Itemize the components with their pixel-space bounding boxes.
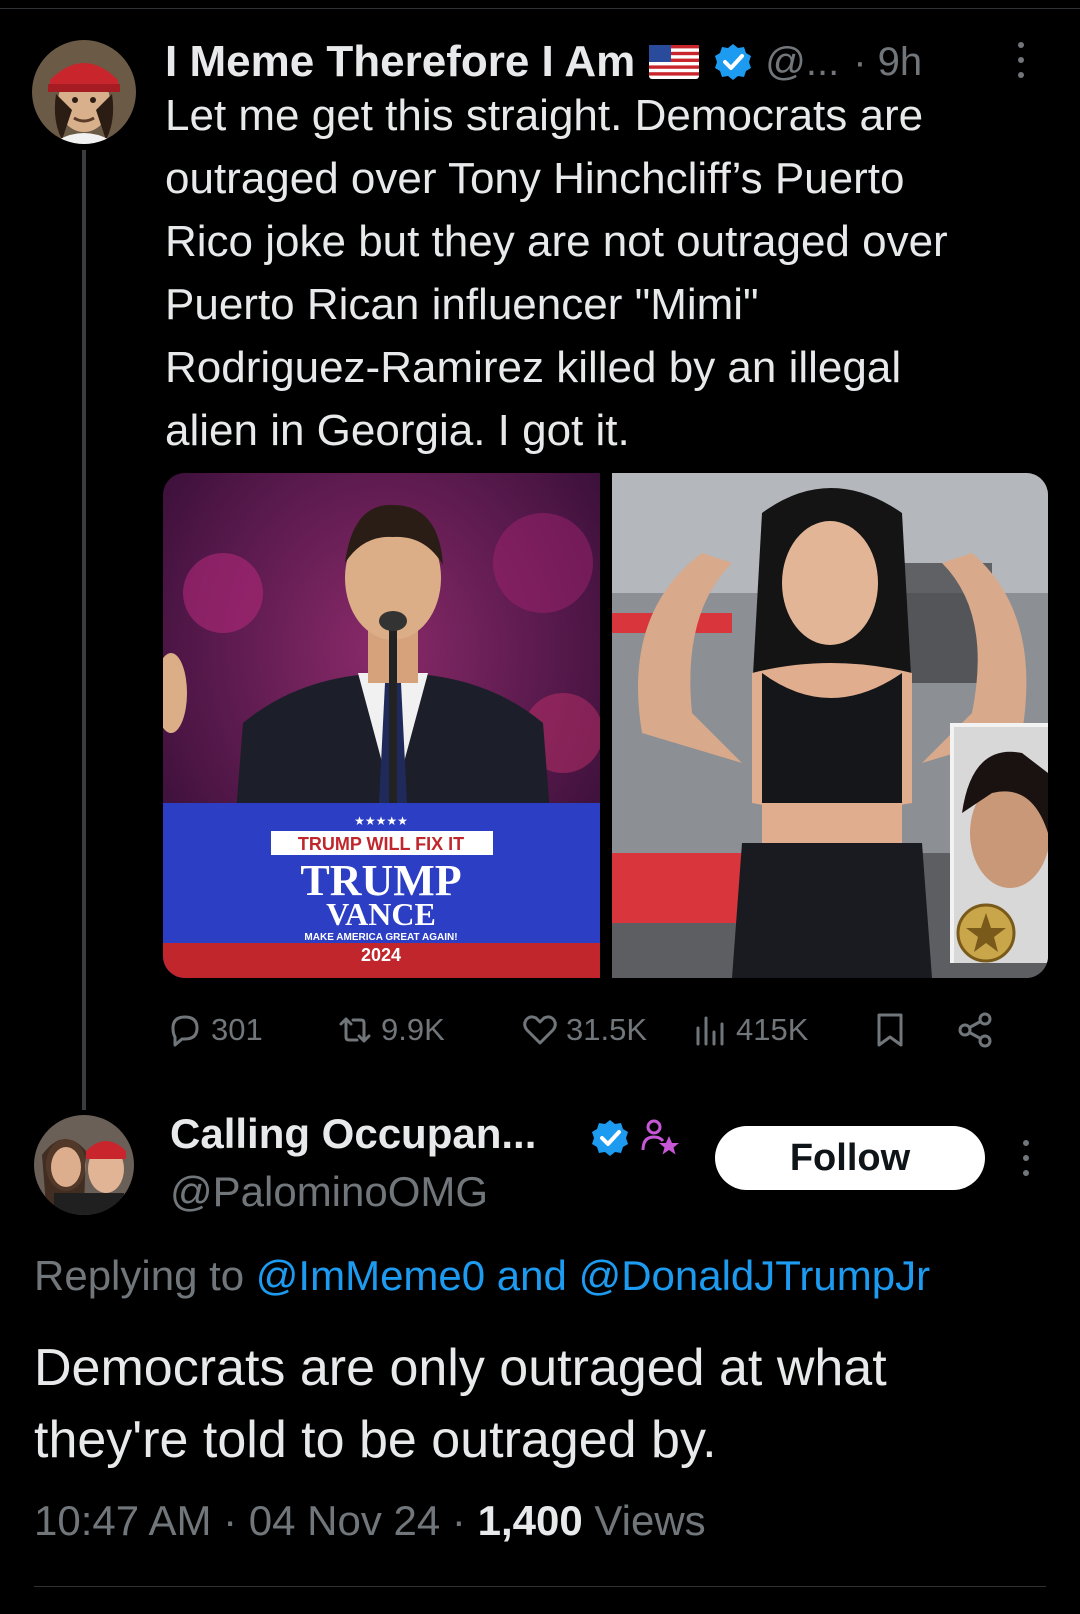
- us-flag-icon: [649, 45, 700, 79]
- replying-user-link-1[interactable]: @ImMeme0: [256, 1252, 485, 1299]
- bookmark-icon: [877, 1013, 903, 1047]
- media-image-gym-photo[interactable]: [611, 473, 1048, 978]
- reply-time[interactable]: 10:47 AM: [34, 1497, 211, 1544]
- verified-badge-icon: [590, 1118, 630, 1158]
- more-vertical-icon[interactable]: [1020, 1140, 1032, 1176]
- replying-and: and: [485, 1252, 579, 1299]
- repost-button[interactable]: 9.9K: [335, 1010, 445, 1050]
- views-icon: [696, 1016, 724, 1046]
- share-button[interactable]: [955, 1010, 1001, 1050]
- author-avatar[interactable]: [32, 40, 136, 144]
- tweet-header: I Meme Therefore I Am @... · 9h: [165, 34, 922, 90]
- reply-views-count: 1,400: [477, 1497, 583, 1544]
- author-name[interactable]: I Meme Therefore I Am: [165, 37, 635, 87]
- tweet-text: Let me get this straight. Democrats are …: [165, 91, 948, 455]
- top-divider: [0, 8, 1080, 9]
- tweet-action-bar: 301 9.9K 31.5K 415K: [165, 1010, 1045, 1054]
- podium-slogan: TRUMP WILL FIX IT: [298, 834, 464, 854]
- heart-icon: [523, 1015, 557, 1045]
- follow-button[interactable]: Follow: [715, 1126, 985, 1190]
- tweet-media[interactable]: ★★★★★ TRUMP WILL FIX IT TRUMP VANCE MAKE…: [163, 473, 1048, 978]
- podium-maga: MAKE AMERICA GREAT AGAIN!: [304, 932, 457, 943]
- meta-separator: ·: [211, 1497, 249, 1544]
- author-handle[interactable]: @...: [765, 40, 839, 85]
- affiliate-person-star-icon: [640, 1118, 680, 1158]
- reply-date[interactable]: 04 Nov 24: [249, 1497, 440, 1544]
- views-count: 415K: [736, 1012, 809, 1047]
- media-image-rally-speaker[interactable]: ★★★★★ TRUMP WILL FIX IT TRUMP VANCE MAKE…: [163, 473, 600, 978]
- podium-year: 2024: [361, 945, 401, 965]
- meta-separator: ·: [440, 1497, 478, 1544]
- more-vertical-icon[interactable]: [1015, 42, 1027, 78]
- reply-count: 301: [211, 1012, 263, 1047]
- bookmark-button[interactable]: [870, 1010, 916, 1050]
- thread-connector-line: [82, 150, 86, 1110]
- podium-stars: ★★★★★: [354, 814, 408, 828]
- like-count: 31.5K: [566, 1012, 648, 1047]
- podium-vance: VANCE: [326, 896, 436, 932]
- tweet-time[interactable]: · 9h: [853, 40, 922, 85]
- repost-count: 9.9K: [381, 1012, 445, 1047]
- replying-user-link-2[interactable]: @DonaldJTrumpJr: [579, 1252, 931, 1299]
- reply-metadata: 10:47 AM · 04 Nov 24 · 1,400 Views: [34, 1497, 706, 1545]
- replying-to-line: Replying to @ImMeme0 and @DonaldJTrumpJr: [34, 1252, 930, 1300]
- verified-badge-icon: [713, 42, 753, 82]
- reply-text: Democrats are only outraged at what they…: [34, 1339, 887, 1469]
- share-icon: [958, 1012, 992, 1048]
- reply-views-label: Views: [582, 1497, 706, 1544]
- reply-author-avatar[interactable]: [34, 1115, 134, 1215]
- reply-button[interactable]: 301: [165, 1010, 263, 1050]
- like-button[interactable]: 31.5K: [520, 1010, 647, 1050]
- replying-prefix: Replying to: [34, 1252, 256, 1299]
- repost-icon: [339, 1017, 371, 1043]
- reply-icon: [171, 1015, 199, 1047]
- reply-author-name[interactable]: Calling Occupan...: [170, 1110, 536, 1158]
- bottom-divider: [34, 1586, 1046, 1587]
- views-button[interactable]: 415K: [690, 1010, 808, 1050]
- reply-author-handle[interactable]: @PalominoOMG: [170, 1168, 488, 1216]
